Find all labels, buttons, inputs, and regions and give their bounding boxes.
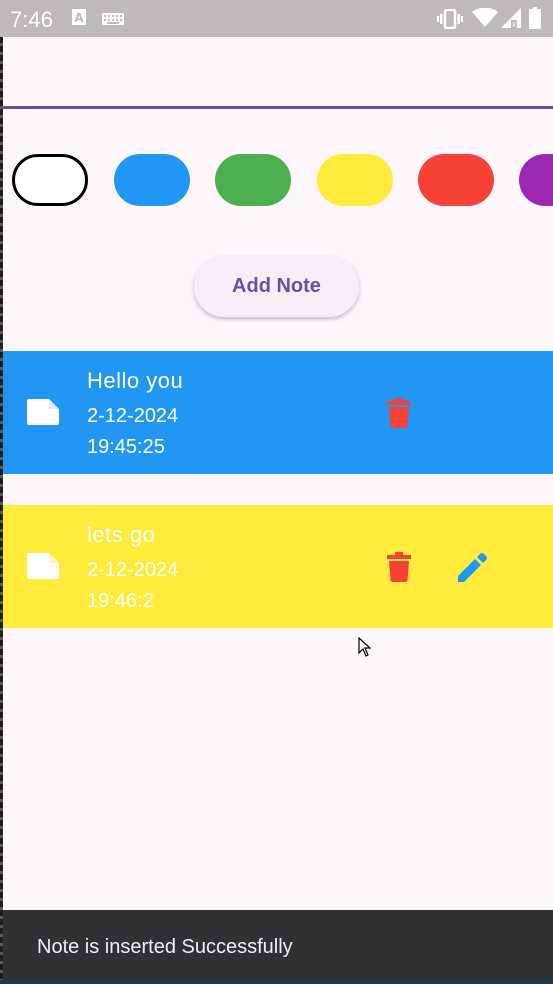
color-yellow-swatch[interactable]	[317, 154, 393, 206]
note-date: 2-12-2024	[87, 559, 179, 581]
color-red-swatch[interactable]	[418, 154, 494, 206]
color-purple-swatch[interactable]	[519, 154, 553, 206]
note-time: 19:45:25	[87, 436, 165, 458]
signal-icon: x	[501, 8, 521, 33]
note-time: 19:46:2	[87, 590, 154, 612]
status-time: 7:46	[10, 7, 53, 32]
battery-icon	[529, 7, 541, 34]
status-bar: 7:46 A x	[0, 0, 553, 37]
add-note-button[interactable]: Add Note	[194, 256, 359, 317]
vibrate-icon	[437, 8, 463, 34]
keyboard-icon	[102, 12, 124, 30]
note-card[interactable]: lets go 2-12-2024 19:46:2	[3, 505, 553, 628]
color-white-swatch[interactable]	[12, 154, 88, 206]
color-blue-swatch[interactable]	[114, 154, 190, 206]
note-card[interactable]: Hello you 2-12-2024 19:45:25	[3, 351, 553, 474]
note-date: 2-12-2024	[87, 405, 179, 427]
mouse-cursor-icon	[358, 636, 372, 662]
svg-text:x: x	[512, 20, 517, 28]
note-input[interactable]	[3, 37, 553, 108]
note-icon	[27, 553, 59, 584]
color-picker	[0, 154, 553, 207]
note-input-underline	[3, 106, 553, 109]
wifi-icon	[472, 7, 498, 33]
note-icon	[27, 399, 59, 430]
delete-icon[interactable]	[387, 552, 411, 587]
note-title: lets go	[87, 522, 156, 547]
font-a-icon: A	[72, 9, 86, 30]
snackbar-message: Note is inserted Successfully	[37, 936, 293, 958]
window-bottom-edge	[0, 980, 553, 984]
note-title: Hello you	[87, 368, 184, 393]
edit-icon[interactable]	[458, 552, 488, 587]
delete-icon[interactable]	[387, 398, 411, 433]
svg-text:A: A	[74, 11, 84, 25]
snackbar: Note is inserted Successfully	[3, 910, 553, 984]
color-green-swatch[interactable]	[215, 154, 291, 206]
